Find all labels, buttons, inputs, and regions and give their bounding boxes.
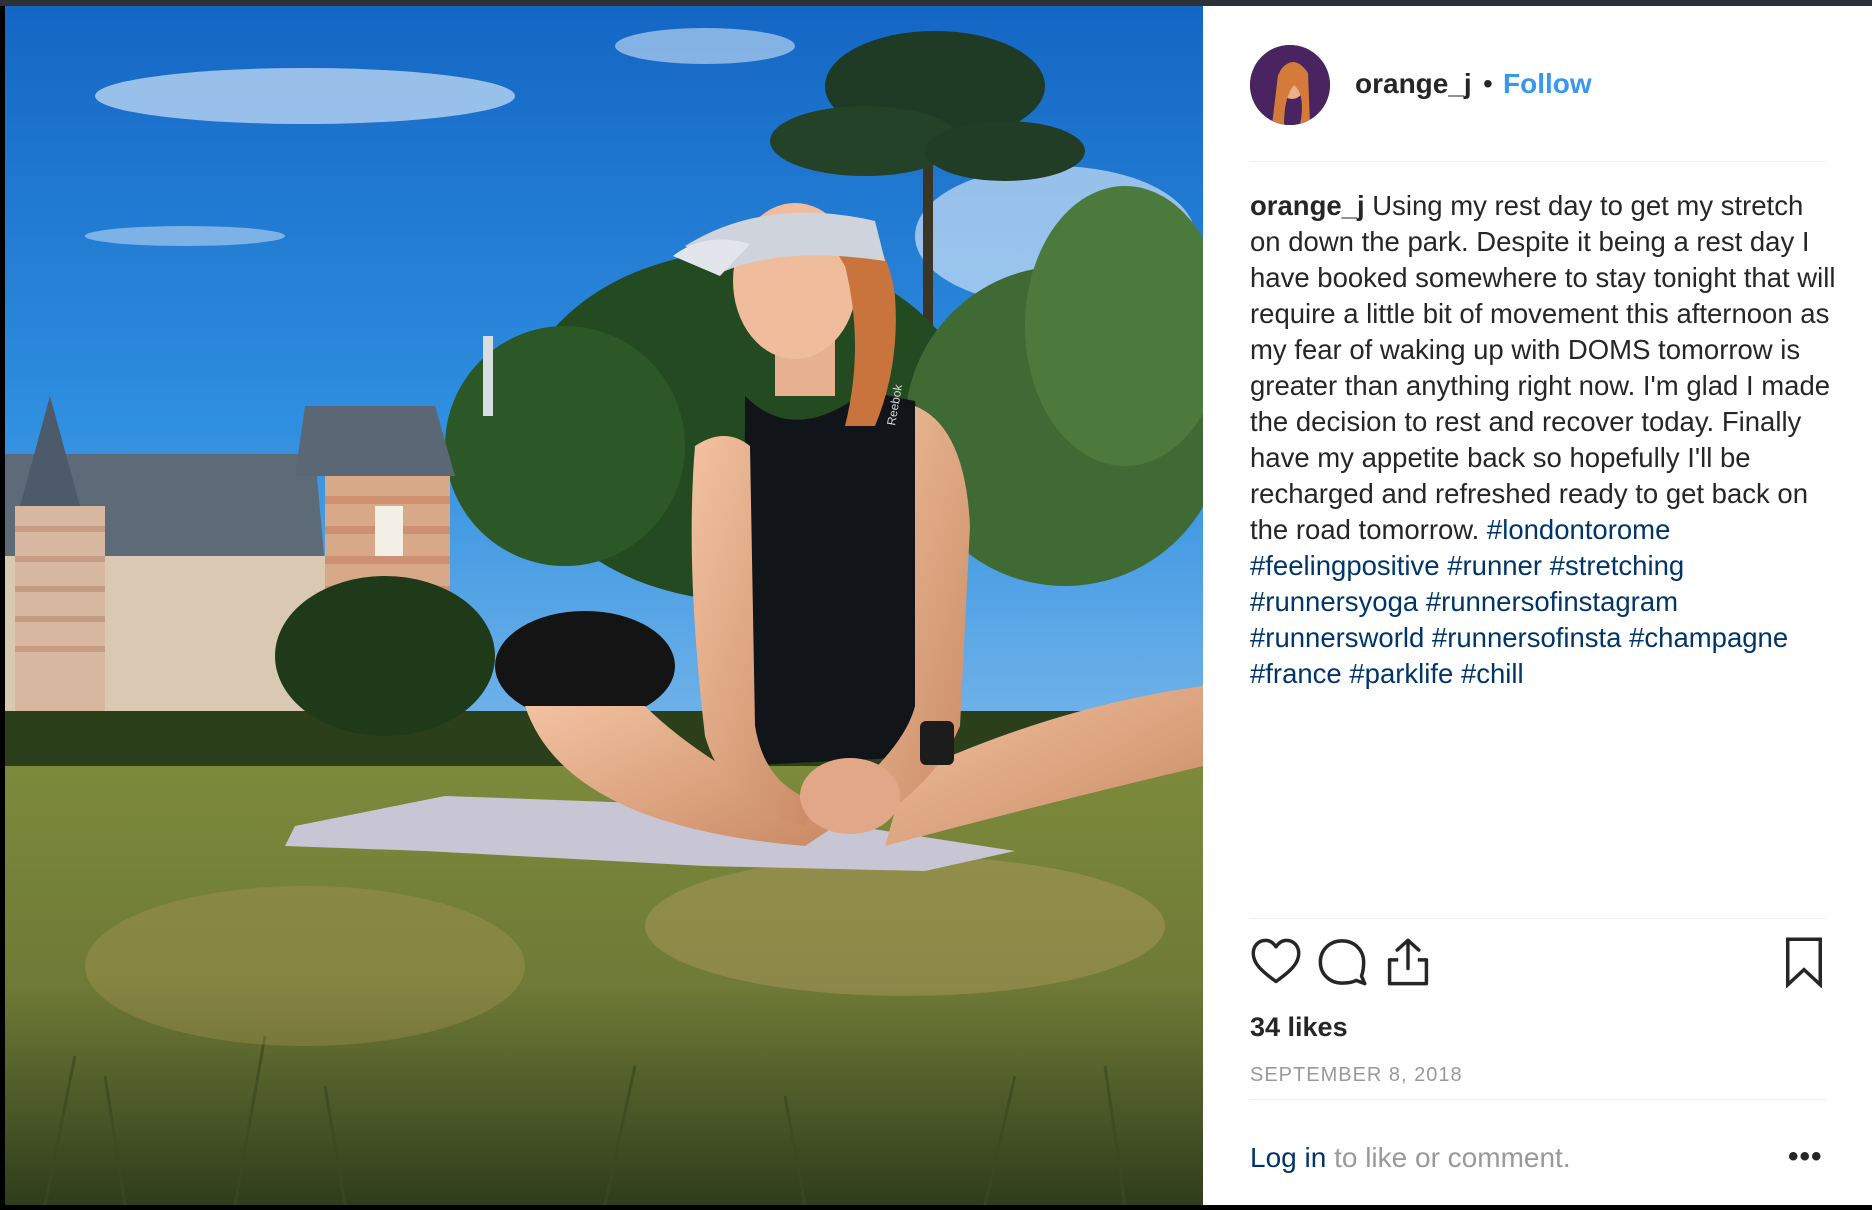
bookmark-icon[interactable] [1778, 936, 1830, 989]
hashtag[interactable]: #londontorome [1487, 514, 1670, 545]
hashtag[interactable]: #runnersofinstagram [1426, 586, 1678, 617]
hashtag[interactable]: #stretching [1550, 550, 1685, 581]
avatar[interactable] [1250, 45, 1330, 125]
hashtag[interactable]: #runnersyoga [1250, 586, 1418, 617]
hashtag[interactable]: #runner [1447, 550, 1542, 581]
footer-divider [1250, 1099, 1826, 1100]
actions-divider [1250, 918, 1826, 919]
post-header: orange_j • Follow [1203, 6, 1872, 161]
login-prompt-text: to like or comment. [1326, 1142, 1571, 1173]
post-actions-bar [1250, 936, 1830, 992]
follow-button[interactable]: Follow [1503, 68, 1592, 100]
hashtag[interactable]: #france [1250, 658, 1342, 689]
login-link[interactable]: Log in [1250, 1142, 1326, 1173]
caption-text: Using my rest day to get my stretch on d… [1250, 190, 1836, 545]
heart-icon[interactable] [1250, 936, 1302, 988]
post-photo[interactable]: Reebok [5, 6, 1203, 1205]
likes-count[interactable]: 34 likes [1250, 1012, 1348, 1043]
header-username[interactable]: orange_j [1355, 68, 1472, 100]
post-caption: orange_j Using my rest day to get my str… [1250, 188, 1840, 692]
hashtag[interactable]: #champagne [1629, 622, 1788, 653]
hashtag[interactable]: #runnersofinsta [1432, 622, 1622, 653]
hashtag[interactable]: #feelingpositive [1250, 550, 1440, 581]
hashtag[interactable]: #parklife [1349, 658, 1453, 689]
comment-icon[interactable] [1316, 936, 1368, 988]
header-divider [1250, 161, 1826, 162]
more-options-icon[interactable]: ••• [1788, 1140, 1823, 1174]
hashtag[interactable]: #chill [1461, 658, 1524, 689]
login-prompt: Log in to like or comment. [1250, 1142, 1571, 1174]
share-icon[interactable] [1382, 936, 1434, 988]
post-date: SEPTEMBER 8, 2018 [1250, 1064, 1463, 1086]
caption-username[interactable]: orange_j [1250, 190, 1365, 221]
header-separator: • [1483, 68, 1493, 99]
post-details-panel: orange_j • Follow orange_j Using my rest… [1203, 6, 1872, 1205]
hashtag[interactable]: #runnersworld [1250, 622, 1424, 653]
